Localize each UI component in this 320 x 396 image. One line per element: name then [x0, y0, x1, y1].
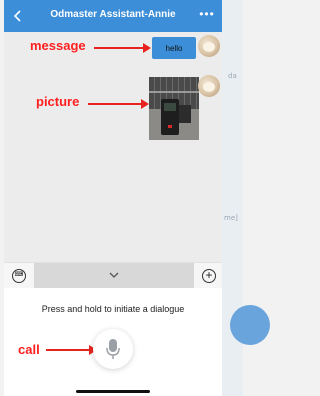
annotation-arrow	[94, 43, 151, 53]
picture-message[interactable]	[149, 77, 199, 140]
microphone-icon	[106, 339, 120, 359]
background-text: da	[228, 72, 237, 80]
annotation-message: message	[30, 38, 86, 53]
page-title: Odmaster Assistant-Annie	[50, 9, 176, 20]
chat-screen: Odmaster Assistant-Annie ••• message hel…	[4, 0, 222, 396]
plus-icon[interactable]: +	[202, 269, 216, 283]
chevron-down-icon	[109, 272, 119, 278]
more-icon[interactable]: •••	[198, 8, 216, 23]
annotation-picture: picture	[36, 94, 80, 109]
annotation-call: call	[18, 342, 40, 357]
background-page: da me]	[222, 0, 270, 396]
avatar[interactable]	[198, 35, 220, 57]
voice-prompt: Press and hold to initiate a dialogue	[41, 304, 185, 314]
message-bubble[interactable]: hello	[152, 37, 196, 59]
avatar[interactable]	[198, 75, 220, 97]
title-bar: Odmaster Assistant-Annie •••	[4, 0, 222, 32]
input-toolbar: ⌨ +	[4, 262, 222, 289]
annotation-arrow	[46, 345, 97, 355]
collapse-button[interactable]	[34, 263, 194, 289]
chat-area: message hello picture	[4, 32, 222, 262]
microphone-button[interactable]	[93, 329, 133, 369]
keyboard-icon[interactable]: ⌨	[12, 269, 26, 283]
annotation-arrow	[88, 99, 149, 109]
home-indicator	[76, 390, 150, 393]
voice-panel: Press and hold to initiate a dialogue ca…	[4, 288, 222, 396]
background-text: me]	[224, 214, 238, 222]
background-circle	[230, 305, 270, 345]
